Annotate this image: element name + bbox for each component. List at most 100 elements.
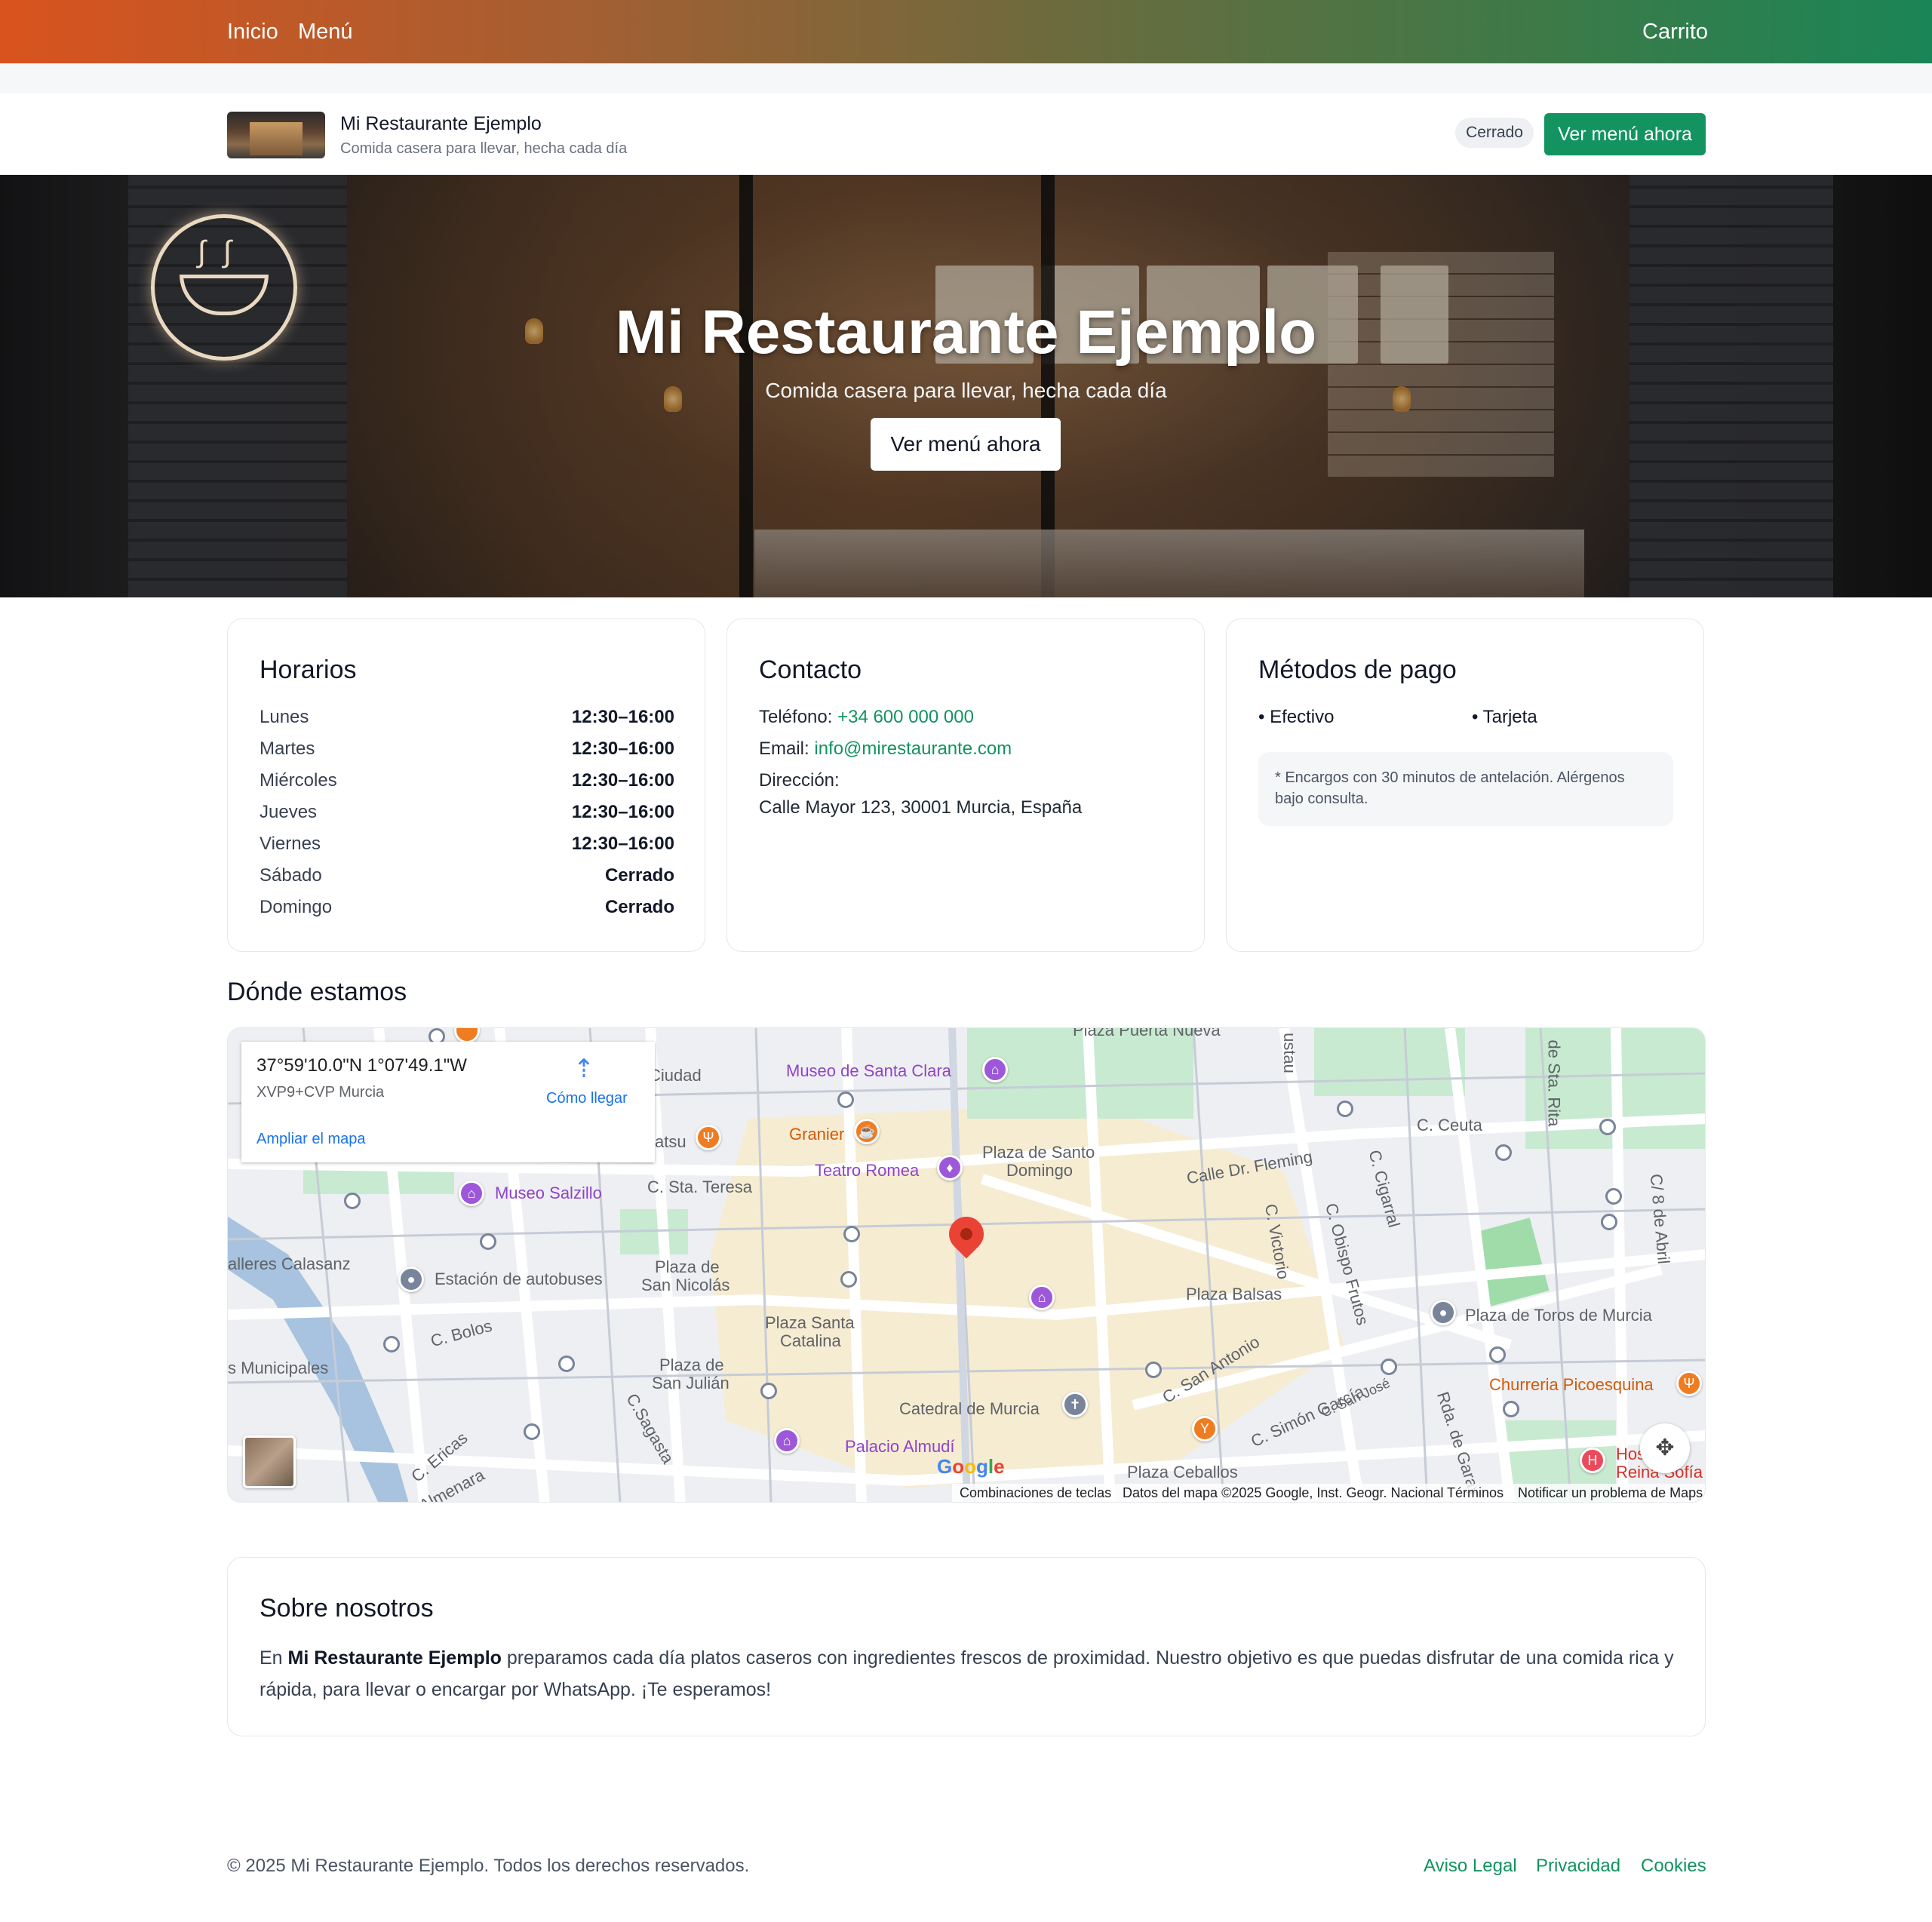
- museum-icon[interactable]: ⌂: [774, 1428, 800, 1454]
- map-label: Domingo: [1006, 1161, 1074, 1180]
- spacer-band: [0, 63, 1932, 94]
- map-label: Palacio Almudí: [845, 1437, 955, 1456]
- hero-banner: ∫ ∫ Mi Restaurante Ejemplo Comida casera…: [0, 175, 1932, 597]
- theater-icon[interactable]: ♦: [937, 1155, 963, 1181]
- directions-icon[interactable]: ⇡: [569, 1054, 599, 1084]
- steam-icon: ∫: [198, 235, 206, 269]
- map-label: Museo Salzillo: [495, 1184, 602, 1202]
- view-menu-button[interactable]: Ver menú ahora: [1544, 113, 1706, 155]
- church-icon[interactable]: ✝: [1062, 1392, 1088, 1417]
- hours-row: Sábado Cerrado: [260, 865, 674, 886]
- nav-link-cart[interactable]: Carrito: [1642, 20, 1708, 45]
- bus-stop-icon[interactable]: [383, 1336, 400, 1352]
- hours-row: Lunes 12:30–16:00: [260, 707, 674, 727]
- terms-link[interactable]: Términos: [1447, 1485, 1504, 1501]
- map-label: Estación de autobuses: [435, 1270, 603, 1288]
- map-attribution: Combinaciones de teclas Datos del mapa ©…: [952, 1484, 1705, 1502]
- hours-row: Martes 12:30–16:00: [260, 738, 674, 759]
- payment-title: Métodos de pago: [1258, 656, 1457, 684]
- phone-link[interactable]: +34 600 000 000: [837, 707, 974, 727]
- hero-title: Mi Restaurante Ejemplo: [615, 298, 1317, 367]
- bus-stop-icon[interactable]: [558, 1356, 575, 1372]
- bus-stop-icon[interactable]: [1599, 1119, 1616, 1135]
- nav-link-home[interactable]: Inicio: [227, 20, 278, 45]
- bus-stop-icon[interactable]: [1489, 1346, 1506, 1363]
- report-problem-link[interactable]: Notificar un problema de Maps: [1518, 1485, 1703, 1501]
- hours-row: Miércoles 12:30–16:00: [260, 770, 674, 791]
- map-label: Plaza Balsas: [1186, 1285, 1282, 1303]
- map-label: alleres Calasanz: [228, 1254, 351, 1273]
- order-note: * Encargos con 30 minutos de antelación.…: [1258, 752, 1673, 826]
- museum-icon[interactable]: ⌂: [1029, 1285, 1055, 1310]
- footer-copyright: © 2025 Mi Restaurante Ejemplo. Todos los…: [227, 1856, 750, 1876]
- bus-stop-icon[interactable]: [1495, 1144, 1512, 1161]
- brand-bar: Mi Restaurante Ejemplo Comida casera par…: [0, 94, 1932, 175]
- place-icon[interactable]: ●: [398, 1266, 424, 1292]
- bus-stop-icon[interactable]: [480, 1233, 496, 1250]
- brand-name: Mi Restaurante Ejemplo: [340, 113, 542, 134]
- bus-stop-icon[interactable]: [837, 1091, 854, 1108]
- hours-row: Jueves 12:30–16:00: [260, 802, 674, 822]
- map-label: atsu: [655, 1132, 686, 1151]
- map-data-text: Datos del mapa ©2025 Google, Inst. Geogr…: [1123, 1485, 1444, 1500]
- bus-stop-icon[interactable]: [1605, 1188, 1622, 1205]
- footer-link-privacy[interactable]: Privacidad: [1536, 1856, 1620, 1877]
- brand-tagline: Comida casera para llevar, hecha cada dí…: [340, 140, 628, 157]
- enlarge-map-link[interactable]: Ampliar el mapa: [256, 1131, 366, 1148]
- payment-card: Métodos de pago • Efectivo • Tarjeta * E…: [1226, 619, 1704, 952]
- nav-link-menu[interactable]: Menú: [298, 20, 353, 45]
- map-label: San Nicolás: [641, 1276, 730, 1294]
- hours-title: Horarios: [260, 656, 357, 684]
- map-label: Plaza de: [659, 1356, 724, 1374]
- contact-title: Contacto: [759, 656, 862, 684]
- bus-stop-icon[interactable]: [760, 1383, 777, 1399]
- bus-stop-icon[interactable]: [1145, 1362, 1162, 1378]
- map-label: C. Sta. Teresa: [647, 1177, 752, 1196]
- about-text: En Mi Restaurante Ejemplo preparamos cad…: [260, 1647, 1674, 1700]
- map-embed[interactable]: ⌂ Ψ ☕ ♦ ⌂ ● ⌂ ● ✝ ⌂ Y Ψ H Plaza Puerta N…: [227, 1027, 1706, 1503]
- museum-icon[interactable]: ⌂: [982, 1057, 1008, 1082]
- bus-stop-icon[interactable]: [1601, 1214, 1617, 1230]
- top-navbar: Inicio Menú Carrito: [0, 0, 1932, 63]
- bus-stop-icon[interactable]: [1337, 1101, 1353, 1117]
- bus-stop-icon[interactable]: [344, 1193, 361, 1209]
- map-label: Plaza Ceballos: [1127, 1463, 1238, 1481]
- google-logo: Google: [937, 1455, 1005, 1478]
- map-label: Plaza Puerta Nueva: [1073, 1027, 1221, 1039]
- satellite-toggle[interactable]: [243, 1435, 296, 1488]
- bus-stop-icon[interactable]: [840, 1271, 857, 1288]
- restaurant-icon[interactable]: Ψ: [696, 1125, 721, 1150]
- bus-stop-icon[interactable]: [843, 1226, 860, 1242]
- map-label: San Julián: [652, 1374, 729, 1392]
- map-label: Granier: [789, 1125, 845, 1144]
- bar-icon[interactable]: Y: [1192, 1416, 1218, 1442]
- hours-row: Domingo Cerrado: [260, 897, 674, 917]
- map-section-title: Dónde estamos: [227, 978, 407, 1006]
- place-icon[interactable]: ●: [1430, 1300, 1456, 1325]
- map-label: Museo de Santa Clara: [786, 1061, 951, 1080]
- payment-method-cash: • Efectivo: [1258, 707, 1335, 727]
- bus-stop-icon[interactable]: [1381, 1359, 1397, 1375]
- footer-link-cookies[interactable]: Cookies: [1641, 1856, 1706, 1877]
- hours-row: Viernes 12:30–16:00: [260, 834, 674, 854]
- address-value: Calle Mayor 123, 30001 Murcia, España: [759, 797, 1083, 818]
- map-info-card: 37°59'10.0"N 1°07'49.1"W XVP9+CVP Murcia…: [241, 1042, 655, 1162]
- contact-card: Contacto Teléfono: +34 600 000 000 Email…: [726, 619, 1205, 952]
- keyboard-shortcuts-link[interactable]: Combinaciones de teclas: [960, 1485, 1111, 1501]
- email-link[interactable]: info@mirestaurante.com: [814, 738, 1012, 759]
- bus-stop-icon[interactable]: [524, 1423, 540, 1440]
- map-plus-code: XVP9+CVP Murcia: [256, 1084, 385, 1101]
- bus-stop-icon[interactable]: [1503, 1401, 1519, 1417]
- email-line: Email: info@mirestaurante.com: [759, 738, 1012, 759]
- cafe-icon[interactable]: ☕: [854, 1119, 880, 1144]
- hospital-icon[interactable]: H: [1580, 1448, 1605, 1473]
- hero-view-menu-button[interactable]: Ver menú ahora: [871, 418, 1061, 471]
- brand-thumbnail: [227, 112, 325, 158]
- directions-link[interactable]: Cómo llegar: [546, 1090, 628, 1107]
- map-label: Teatro Romea: [815, 1161, 920, 1180]
- restaurant-icon[interactable]: Ψ: [1676, 1371, 1702, 1396]
- museum-icon[interactable]: ⌂: [459, 1181, 484, 1206]
- fullscreen-icon[interactable]: ✥: [1640, 1423, 1690, 1473]
- map-label: ustau: [1279, 1033, 1299, 1073]
- footer-link-legal[interactable]: Aviso Legal: [1424, 1856, 1517, 1877]
